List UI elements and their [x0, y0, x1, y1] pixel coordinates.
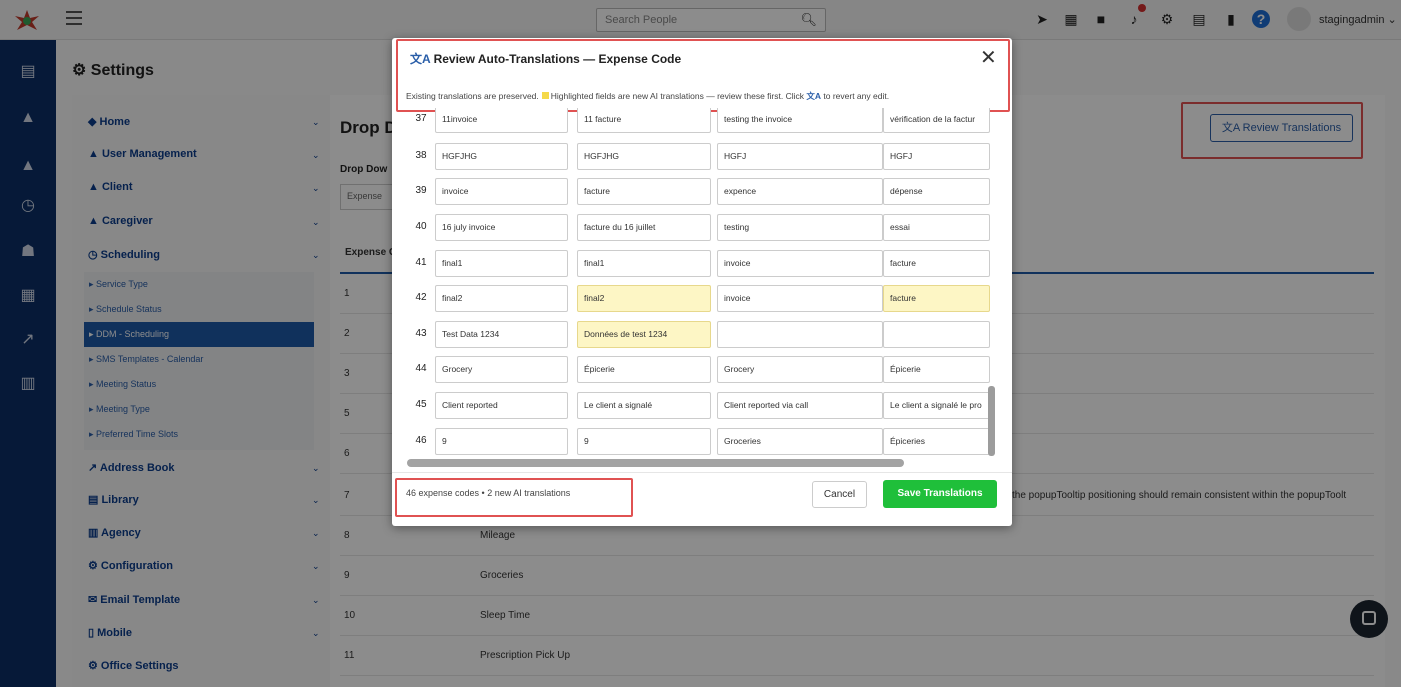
english-name-field[interactable]: 9 — [435, 428, 568, 455]
vertical-scrollbar[interactable] — [988, 386, 995, 456]
row-number: 44 — [415, 363, 427, 374]
cancel-button[interactable]: Cancel — [812, 481, 867, 508]
french-description-field[interactable]: HGFJ — [883, 143, 990, 170]
table-row: 41 final1 final1 invoice facture — [406, 246, 990, 282]
modal-footer-divider — [392, 472, 1012, 473]
french-name-field[interactable]: 9 — [577, 428, 711, 455]
english-description-field[interactable]: testing the invoice — [717, 108, 883, 133]
english-name-field[interactable]: final1 — [435, 250, 568, 277]
table-row: 43 Test Data 1234 Données de test 1234 — [406, 317, 990, 353]
french-description-field[interactable]: Épicerie — [883, 356, 990, 383]
english-name-field[interactable]: invoice — [435, 178, 568, 205]
french-name-field[interactable]: facture du 16 juillet — [577, 214, 711, 241]
french-description-field[interactable] — [883, 321, 990, 348]
french-name-field[interactable]: final1 — [577, 250, 711, 277]
english-name-field[interactable]: Test Data 1234 — [435, 321, 568, 348]
table-row: 42 final2 final2 invoice facture — [406, 281, 990, 317]
row-number: 46 — [415, 435, 427, 446]
french-name-field[interactable]: Épicerie — [577, 356, 711, 383]
french-description-field[interactable]: Le client a signalé le pro — [883, 392, 990, 419]
row-number: 42 — [415, 292, 427, 303]
french-description-field[interactable]: vérification de la factur — [883, 108, 990, 133]
english-name-field[interactable]: 11invoice — [435, 108, 568, 133]
english-description-field[interactable]: Groceries — [717, 428, 883, 455]
translations-table: 37 11invoice 11 facture testing the invo… — [406, 108, 996, 466]
french-name-field[interactable]: Le client a signalé — [577, 392, 711, 419]
english-description-field[interactable]: Grocery — [717, 356, 883, 383]
highlight-modal-header — [396, 39, 1010, 112]
row-number: 43 — [415, 328, 427, 339]
row-number: 40 — [415, 221, 427, 232]
table-row: 40 16 july invoice facture du 16 juillet… — [406, 210, 990, 246]
french-name-field[interactable]: 11 facture — [577, 108, 711, 133]
row-number: 38 — [415, 150, 427, 161]
save-translations-button[interactable]: Save Translations — [883, 480, 997, 508]
french-description-field[interactable]: essai — [883, 214, 990, 241]
french-name-field-new[interactable]: Données de test 1234 — [577, 321, 711, 348]
row-number: 39 — [415, 185, 427, 196]
table-row: 45 Client reported Le client a signalé C… — [406, 388, 990, 424]
horizontal-scrollbar[interactable] — [407, 459, 904, 467]
english-description-field[interactable]: Client reported via call — [717, 392, 883, 419]
english-description-field[interactable]: testing — [717, 214, 883, 241]
english-name-field[interactable]: HGFJHG — [435, 143, 568, 170]
english-description-field[interactable]: invoice — [717, 250, 883, 277]
french-description-field[interactable]: dépense — [883, 178, 990, 205]
row-number: 37 — [415, 113, 427, 124]
french-description-field-new[interactable]: facture — [883, 285, 990, 312]
french-name-field-new[interactable]: final2 — [577, 285, 711, 312]
table-row: 39 invoice facture expence dépense — [406, 174, 990, 210]
table-row: 37 11invoice 11 facture testing the invo… — [406, 108, 990, 138]
french-description-field[interactable]: facture — [883, 250, 990, 277]
english-name-field[interactable]: Grocery — [435, 356, 568, 383]
english-description-field[interactable]: HGFJ — [717, 143, 883, 170]
english-description-field[interactable] — [717, 321, 883, 348]
row-number: 41 — [415, 257, 427, 268]
row-number: 45 — [415, 399, 427, 410]
french-name-field[interactable]: HGFJHG — [577, 143, 711, 170]
english-name-field[interactable]: 16 july invoice — [435, 214, 568, 241]
french-description-field[interactable]: Épiceries — [883, 428, 990, 455]
english-description-field[interactable]: invoice — [717, 285, 883, 312]
table-row: 44 Grocery Épicerie Grocery Épicerie — [406, 352, 990, 388]
highlight-count — [395, 478, 633, 517]
english-name-field[interactable]: final2 — [435, 285, 568, 312]
english-description-field[interactable]: expence — [717, 178, 883, 205]
table-row: 38 HGFJHG HGFJHG HGFJ HGFJ — [406, 139, 990, 175]
french-name-field[interactable]: facture — [577, 178, 711, 205]
english-name-field[interactable]: Client reported — [435, 392, 568, 419]
table-row: 46 9 9 Groceries Épiceries — [406, 424, 990, 460]
